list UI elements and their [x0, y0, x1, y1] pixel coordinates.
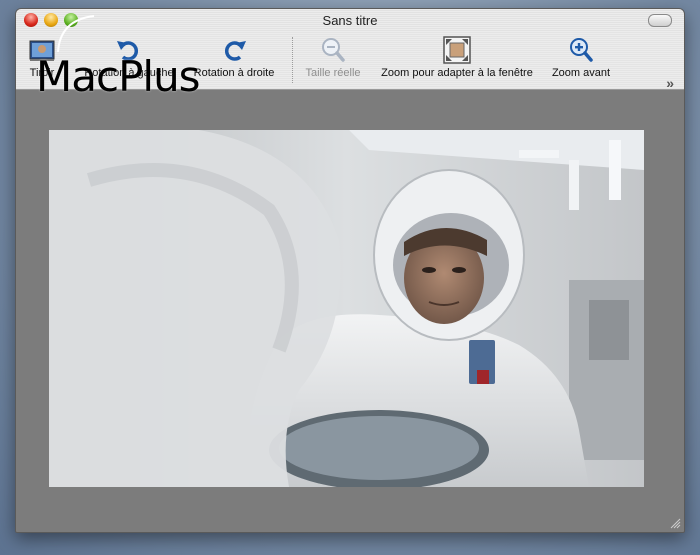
zoom-to-fit-icon	[443, 36, 471, 64]
actual-size-button[interactable]: Taille réelle	[298, 35, 368, 79]
zoom-in-button[interactable]: Zoom avant	[546, 35, 616, 79]
watermark-logo: MacPlus	[36, 52, 201, 101]
toolbar-separator	[292, 37, 293, 83]
resize-grip-icon[interactable]	[669, 517, 681, 529]
zoom-to-fit-button[interactable]: Zoom pour adapter à la fenêtre	[372, 35, 542, 79]
toolbar-overflow-button[interactable]: »	[666, 75, 674, 91]
actual-size-icon	[322, 38, 345, 62]
window-title: Sans titre	[322, 13, 378, 28]
rotate-right-icon	[224, 41, 246, 61]
cleanroom-photo	[49, 130, 644, 487]
title-bar[interactable]: Sans titre	[16, 9, 684, 31]
zoom-in-icon	[570, 38, 593, 62]
watermark-arc-icon	[57, 15, 95, 53]
image-view[interactable]	[49, 130, 644, 487]
toolbar-toggle-button[interactable]	[648, 14, 672, 27]
